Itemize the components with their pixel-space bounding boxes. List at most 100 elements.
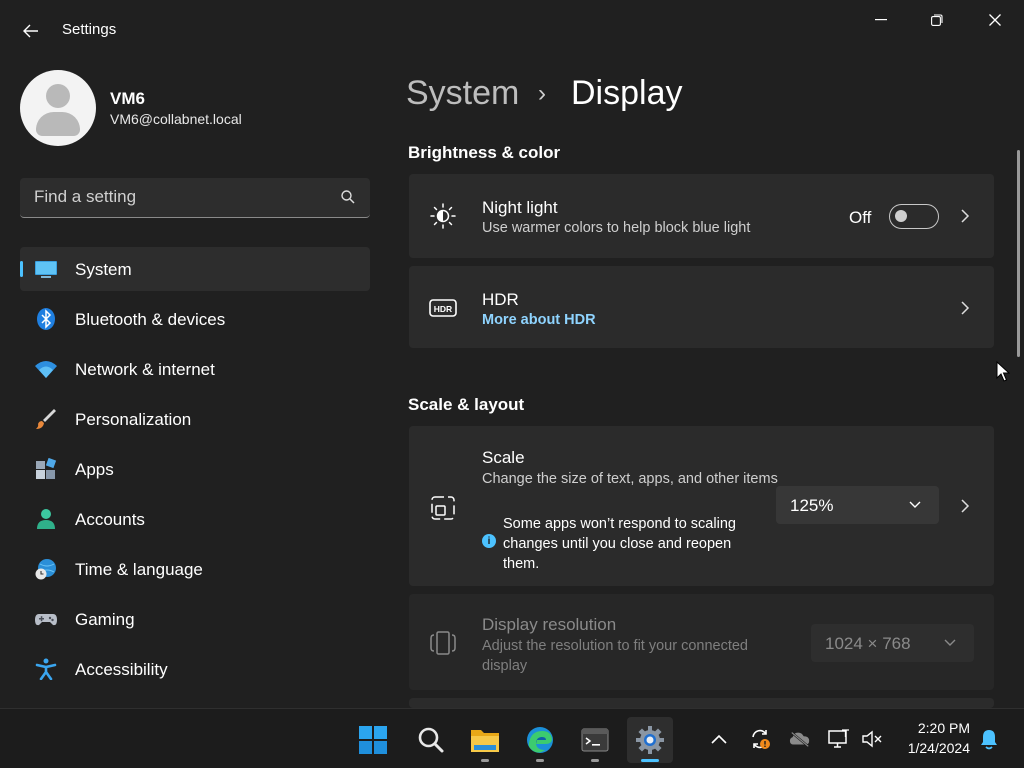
chevron-down-icon	[944, 639, 956, 646]
resolution-value: 1024 × 768	[825, 634, 911, 653]
wifi-icon	[35, 361, 57, 378]
svg-text:HDR: HDR	[434, 304, 452, 314]
sidebar-item-label: System	[75, 260, 132, 279]
display-tray-button[interactable]	[828, 728, 850, 750]
section-title-scale-layout: Scale & layout	[408, 395, 525, 414]
scale-subtitle: Change the size of text, apps, and other…	[482, 471, 778, 487]
show-hidden-icons-button[interactable]	[708, 728, 730, 750]
night-light-card[interactable]: Night light Use warmer colors to help bl…	[409, 174, 994, 258]
title-bar: Settings	[0, 0, 1024, 62]
night-light-title: Night light	[482, 198, 558, 217]
notification-button[interactable]	[978, 728, 1000, 750]
night-light-state-label: Off	[849, 208, 872, 227]
brush-icon	[36, 409, 56, 429]
accounts-icon	[37, 509, 55, 529]
start-icon	[359, 726, 387, 754]
minimize-icon	[875, 19, 887, 21]
minimize-button[interactable]	[858, 8, 904, 32]
search-box[interactable]	[20, 178, 370, 218]
scale-icon	[431, 496, 455, 520]
resolution-dropdown: 1024 × 768	[811, 624, 974, 662]
app-title: Settings	[62, 21, 117, 38]
volume-tray-button[interactable]	[861, 728, 883, 750]
gamepad-icon	[35, 614, 57, 626]
search-input[interactable]	[20, 178, 330, 216]
chevron-right-icon	[961, 301, 970, 315]
sidebar-item-personalization[interactable]: Personalization	[20, 397, 370, 441]
back-arrow-icon	[23, 24, 38, 38]
edge-button[interactable]	[517, 717, 563, 763]
resolution-icon	[430, 631, 456, 655]
sidebar-item-network[interactable]: Network & internet	[20, 347, 370, 391]
scale-dropdown[interactable]: 125%	[776, 486, 939, 524]
scale-note: Some apps won’t respond to scaling chang…	[503, 516, 736, 572]
clock-date[interactable]: 1/24/2024	[908, 740, 970, 756]
sidebar-item-bluetooth[interactable]: Bluetooth & devices	[20, 297, 370, 341]
taskbar: 2:20 PM 1/24/2024	[0, 708, 1024, 768]
night-light-toggle[interactable]	[889, 204, 939, 229]
scrollbar[interactable]	[1017, 150, 1020, 357]
sidebar-item-label: Bluetooth & devices	[75, 310, 226, 329]
accessibility-icon	[35, 658, 57, 680]
chevron-down-icon	[909, 501, 921, 508]
scale-card[interactable]: Scale Change the size of text, apps, and…	[409, 426, 994, 586]
sidebar-item-time-language[interactable]: Time & language	[20, 547, 370, 591]
volume-muted-icon	[862, 730, 882, 748]
onedrive-tray-button[interactable]	[789, 728, 811, 750]
info-icon: i	[482, 534, 496, 548]
restore-icon	[931, 14, 943, 26]
active-indicator	[20, 261, 23, 277]
sidebar-item-label: Time & language	[75, 560, 203, 579]
close-button[interactable]	[972, 8, 1018, 32]
chevron-right-icon	[961, 499, 970, 513]
sidebar-item-label: Gaming	[75, 610, 135, 629]
resolution-title: Display resolution	[482, 615, 617, 634]
chevron-up-icon	[711, 734, 727, 744]
sidebar-item-apps[interactable]: Apps	[20, 447, 370, 491]
display-icon	[828, 729, 849, 748]
sidebar-item-label: Accounts	[75, 510, 145, 529]
next-card	[409, 698, 994, 708]
avatar[interactable]	[20, 70, 96, 146]
settings-icon	[636, 726, 664, 754]
file-explorer-button[interactable]	[462, 717, 508, 763]
sync-tray-button[interactable]	[749, 728, 771, 750]
mouse-cursor-icon	[996, 361, 1010, 382]
start-button[interactable]	[350, 717, 396, 763]
terminal-button[interactable]	[572, 717, 618, 763]
sidebar-item-label: Apps	[75, 460, 114, 479]
sidebar-item-gaming[interactable]: Gaming	[20, 597, 370, 641]
night-light-icon	[430, 203, 456, 229]
user-email: VM6@collabnet.local	[110, 111, 242, 127]
hdr-card[interactable]: HDR HDR More about HDR	[409, 266, 994, 348]
sidebar-item-accounts[interactable]: Accounts	[20, 497, 370, 541]
search-icon	[341, 190, 355, 204]
sidebar-item-label: Network & internet	[75, 360, 215, 379]
settings-taskbar-button[interactable]	[627, 717, 673, 763]
time-language-icon	[35, 559, 56, 580]
apps-icon	[36, 458, 57, 479]
resolution-subtitle: Adjust the resolution to fit your connec…	[482, 638, 748, 674]
bluetooth-icon	[37, 308, 55, 330]
sidebar-item-system[interactable]: System	[20, 247, 370, 291]
night-light-subtitle: Use warmer colors to help block blue lig…	[482, 220, 751, 236]
breadcrumb-parent[interactable]: System	[406, 74, 519, 113]
scale-title: Scale	[482, 448, 525, 467]
search-icon	[418, 727, 444, 753]
hdr-more-link[interactable]: More about HDR	[482, 312, 596, 328]
clock-time[interactable]: 2:20 PM	[918, 720, 970, 736]
sidebar-item-accessibility[interactable]: Accessibility	[20, 647, 370, 691]
hdr-title: HDR	[482, 290, 519, 309]
bell-icon	[981, 730, 997, 750]
chevron-right-icon	[961, 209, 970, 223]
onedrive-icon	[789, 731, 810, 748]
back-button[interactable]	[18, 18, 44, 44]
taskbar-search-button[interactable]	[408, 717, 454, 763]
sidebar-item-label: Accessibility	[75, 660, 168, 679]
restore-button[interactable]	[914, 8, 960, 32]
sidebar-item-label: Personalization	[75, 410, 192, 429]
user-name: VM6	[110, 89, 145, 108]
file-explorer-icon	[471, 730, 499, 752]
scale-value: 125%	[790, 496, 834, 515]
terminal-icon	[581, 728, 609, 752]
